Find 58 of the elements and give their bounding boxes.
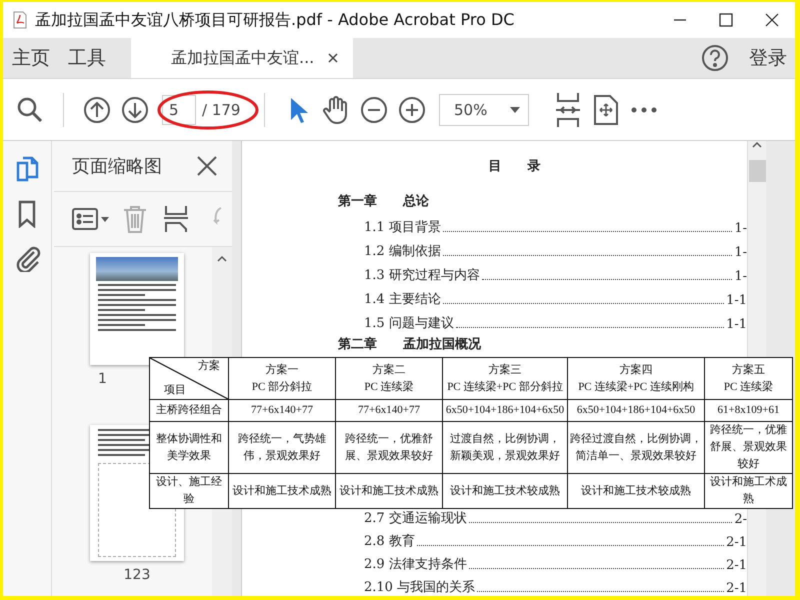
toc-entry-title: 2.10 与我国的关系 — [364, 579, 476, 596]
toc-entry-title: 2.9 法律支持条件 — [364, 556, 467, 573]
page-number: 123 — [124, 567, 150, 583]
header-line: PC 连续梁+PC 部分斜拉 — [446, 380, 564, 394]
toc-page-number: 1-1 — [726, 293, 747, 308]
header-line: PC 部分斜拉 — [250, 380, 314, 394]
toc-entry-title: 1.4 主要结论 — [364, 291, 441, 308]
header-line: 方案一 — [264, 362, 300, 378]
table-cell: 主桥跨径组合 — [150, 400, 228, 422]
chapter-number: 第一章 — [338, 192, 377, 210]
toc-page-number: 1- — [734, 269, 747, 284]
header-line: PC 连续梁+PC 连续刚构 — [577, 380, 695, 394]
table-cell: 6x50+104+186+104+6x50 — [568, 400, 704, 422]
table-cell: 跨径统一，优雅舒展、景观效果较好 — [704, 422, 792, 474]
header-line: 方案四 — [618, 362, 654, 378]
header-line: PC 连续梁 — [363, 380, 415, 394]
table-header: 方案 — [198, 358, 220, 374]
table-cell: 设计和施工术成熟 — [704, 474, 792, 508]
page-total: / 179 — [202, 100, 242, 118]
toc-page-number: 2-1 — [726, 581, 747, 596]
toc-entry-title: 1.5 问题与建议 — [364, 315, 454, 332]
toc-entry-title: 1.2 编制依据 — [364, 243, 441, 260]
header-line: 方案三 — [488, 362, 522, 378]
header-line: PC 连续梁 — [722, 380, 774, 394]
toc-page-number: 1- — [734, 221, 747, 236]
table-cell: 77+6x140+77 — [336, 400, 442, 422]
table-cell: 跨径统一，优雅舒展、景观效果较好 — [336, 422, 442, 474]
table-cell: 设计和施工技术较成熟 — [442, 474, 568, 508]
toc-entry-title: 2.7 交通运输现状 — [364, 510, 467, 527]
table-cell: 77+6x140+77 — [228, 400, 336, 422]
table-cell: 设计和施工技术成熟 — [336, 474, 442, 508]
toc-page-number: 2- — [734, 512, 747, 527]
toc-page-number: 2-1 — [726, 558, 747, 573]
chapter-title: 孟加拉国概况 — [403, 336, 481, 352]
chapter-title: 总论 — [403, 192, 429, 210]
toc-page-number: 1-1 — [726, 317, 747, 332]
header-line: 方案二 — [372, 362, 406, 378]
header-line: 方案五 — [731, 362, 766, 378]
toc-heading: 目 录 — [488, 158, 540, 175]
toc-page-number: 1- — [734, 245, 747, 260]
table-cell: 过渡自然，比例协调，新颖美观，景观效果好 — [442, 422, 568, 474]
window-title: 孟加拉国孟中友谊八桥项目可研报告.pdf - Adobe Acrobat Pro DC — [35, 10, 516, 30]
toc-entry-title: 1.1 项目背景 — [364, 219, 441, 236]
table-cell: 6x50+104+186+104+6x50 — [442, 400, 568, 422]
toc-page-number: 2-1 — [726, 535, 747, 550]
panel-title: 页面缩略图 — [72, 155, 162, 178]
table-cell: 设计、施工经验 — [150, 474, 228, 508]
chapter-number: 第二章 — [338, 336, 377, 352]
table-cell: 整体协调性和美学效果 — [150, 422, 228, 474]
page-number: 1 — [98, 371, 107, 387]
toc-entry-title: 2.8 教育 — [364, 532, 415, 550]
table-cell: 设计和施工技术成熟 — [228, 474, 336, 508]
table-cell: 61+8x109+61 — [704, 400, 792, 422]
table-cell: 跨径过渡自然，比例协调，简洁单一、景观效果较好 — [568, 422, 704, 474]
toc-entry-title: 1.3 研究过程与内容 — [364, 267, 480, 284]
table-cell: 跨径统一，气势雄伟，景观效果好 — [228, 422, 336, 474]
table-cell: 设计和施工技术较成熟 — [568, 474, 704, 508]
table-header: 项目 — [164, 383, 186, 398]
